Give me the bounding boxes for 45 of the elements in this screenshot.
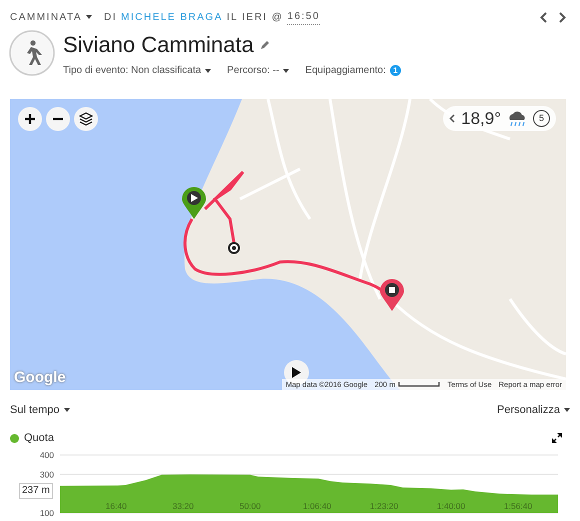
- plus-icon: [24, 113, 36, 125]
- count-badge: 1: [390, 65, 401, 76]
- value-tooltip: 237 m: [19, 483, 53, 499]
- rain-cloud-icon: [507, 110, 527, 127]
- walking-person-icon: [9, 30, 55, 76]
- equipment-label[interactable]: Equipaggiamento:: [305, 63, 386, 78]
- by-label: DI: [104, 10, 118, 24]
- collapse-icon[interactable]: [449, 114, 456, 123]
- position-marker-icon: [228, 242, 240, 254]
- x-tick-label: 50:00: [239, 501, 261, 511]
- temperature-label: 18,9°: [461, 108, 501, 130]
- timer-badge: 5: [533, 110, 550, 127]
- play-icon: [292, 367, 301, 378]
- google-logo: Google: [14, 368, 66, 388]
- caret-icon: [64, 408, 70, 412]
- x-tick-label: 1:40:00: [436, 501, 466, 511]
- scale-bar: [398, 382, 440, 387]
- x-tick-label: 16:40: [106, 501, 127, 511]
- y-tick-label: 300: [40, 469, 54, 480]
- filter-dropdown[interactable]: Percorso: --: [227, 63, 290, 78]
- y-tick-label: 100: [40, 508, 54, 518]
- caret-icon: [283, 68, 290, 72]
- activity-title: Siviano Camminata: [63, 31, 254, 59]
- date-label: IL IERI @: [226, 10, 284, 24]
- activity-type[interactable]: CAMMINATA: [10, 10, 92, 24]
- start-pin-icon: [182, 187, 206, 219]
- pencil-icon[interactable]: [260, 40, 270, 50]
- legend-label[interactable]: Quota: [24, 432, 54, 444]
- filter-dropdown[interactable]: Tipo di evento: Non classificata: [63, 63, 212, 78]
- x-axis-dropdown[interactable]: Sul tempo: [10, 402, 70, 418]
- caret-icon: [86, 15, 92, 19]
- previous-icon[interactable]: [540, 12, 547, 22]
- x-tick-label: 33:20: [172, 501, 194, 511]
- x-tick-label: 1:06:40: [302, 501, 332, 511]
- next-icon[interactable]: [559, 12, 566, 22]
- x-tick-label: 1:23:20: [370, 501, 398, 511]
- y-tick-label: 400: [40, 450, 54, 460]
- layers-icon: [79, 112, 93, 126]
- expand-icon[interactable]: [552, 433, 562, 443]
- caret-icon: [205, 68, 212, 72]
- x-tick-label: 1:56:40: [504, 501, 532, 511]
- caret-icon: [564, 408, 570, 412]
- time-label: 16:50: [287, 9, 320, 25]
- finish-pin-icon: [380, 279, 404, 311]
- customize-dropdown[interactable]: Personalizza: [497, 402, 570, 418]
